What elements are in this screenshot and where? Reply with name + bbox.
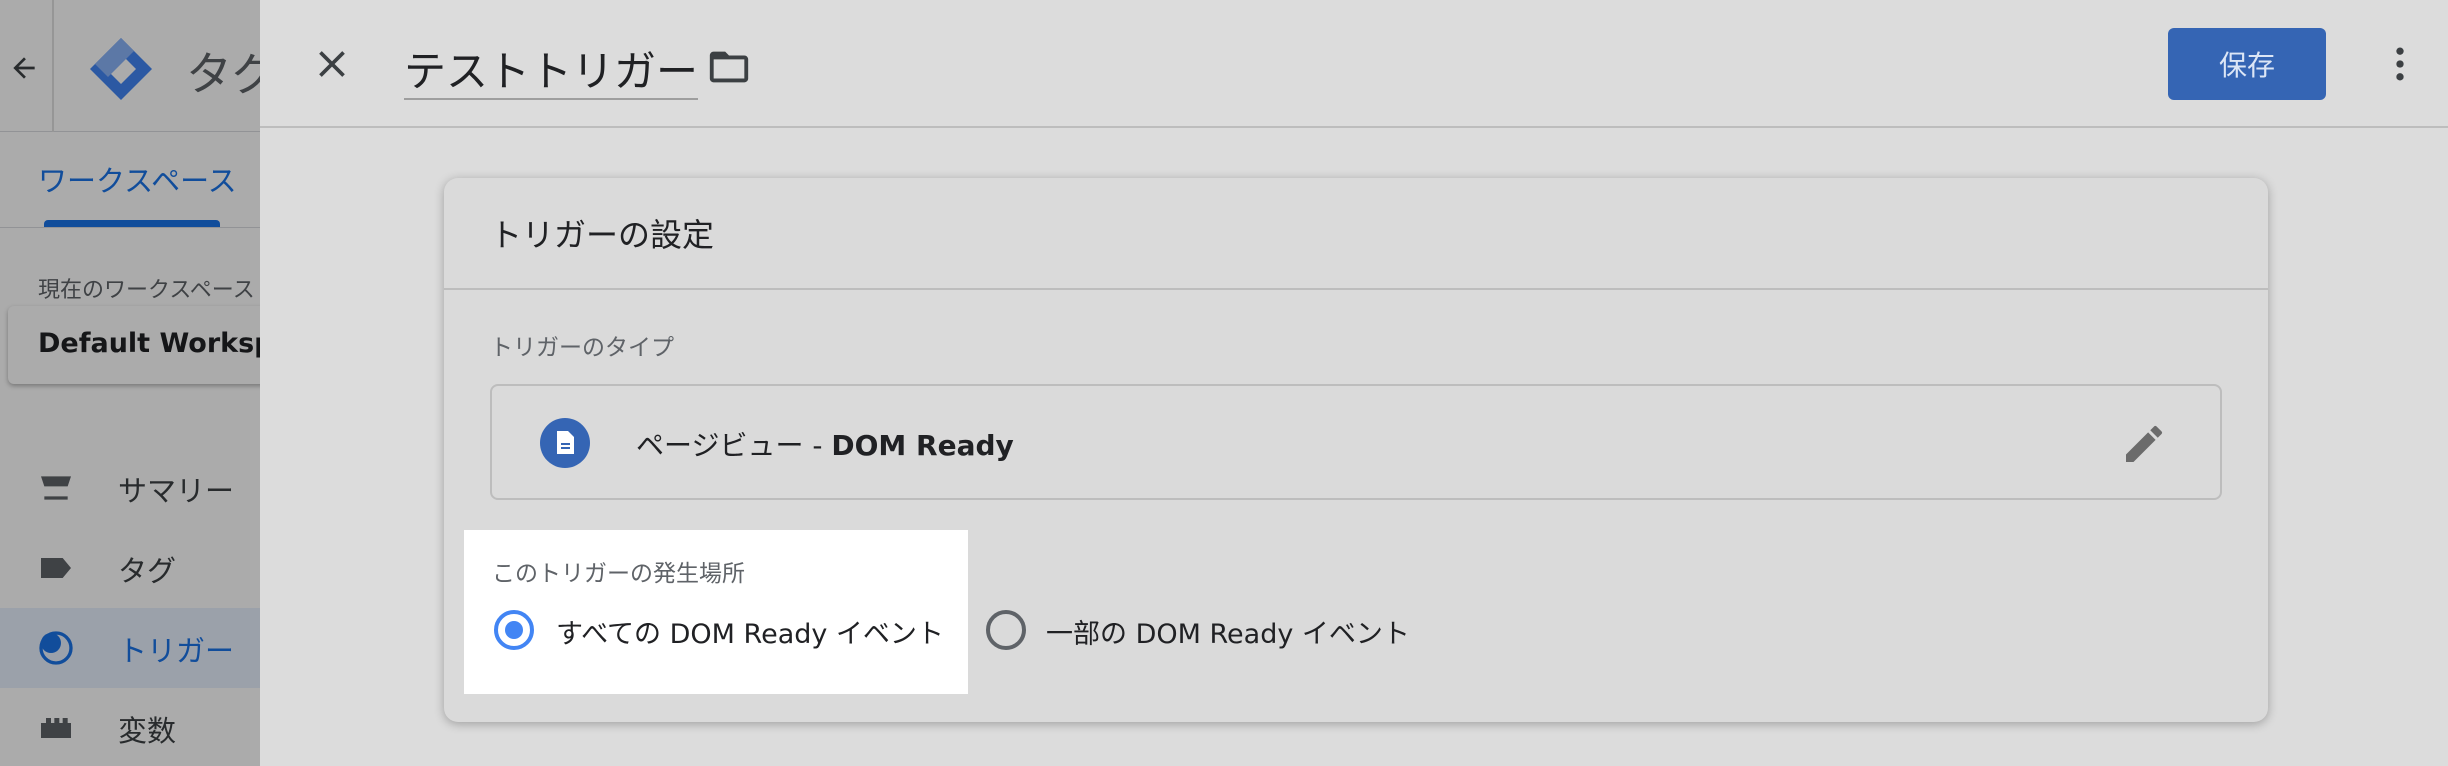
close-icon[interactable] — [310, 42, 354, 86]
folder-icon[interactable] — [706, 44, 752, 90]
trigger-name-field[interactable]: テストトリガー — [404, 38, 699, 100]
trigger-type-value: ページビュー - DOM Ready — [636, 424, 1014, 464]
trigger-configuration-card: トリガーの設定 トリガーのタイプ ページビュー - DOM Ready このトリ… — [444, 178, 2268, 722]
radio-some-dom-ready-events[interactable] — [986, 610, 1026, 650]
editor-header: テストトリガー 保存 — [260, 0, 2448, 128]
trigger-type-label: トリガーのタイプ — [490, 335, 674, 361]
trigger-type-prefix: ページビュー - — [636, 429, 832, 462]
card-title: トリガーの設定 — [490, 216, 715, 254]
more-vert-icon[interactable] — [2378, 42, 2422, 86]
document-icon — [540, 418, 590, 468]
edit-pencil-icon[interactable] — [2120, 420, 2168, 468]
radio-label-some-events[interactable]: 一部の DOM Ready イベント — [1046, 612, 1410, 651]
trigger-type-selector[interactable]: ページビュー - DOM Ready — [490, 384, 2222, 500]
save-button[interactable]: 保存 — [2168, 28, 2326, 100]
radio-label-all-events[interactable]: すべての DOM Ready イベント — [556, 612, 944, 651]
radio-all-dom-ready-events[interactable] — [494, 610, 534, 650]
trigger-type-name: DOM Ready — [831, 429, 1014, 462]
card-divider — [444, 288, 2268, 290]
trigger-editor-panel: テストトリガー 保存 トリガーの設定 トリガーのタイプ ページビュー - DOM… — [260, 0, 2448, 766]
fires-on-label: このトリガーの発生場所 — [492, 561, 745, 587]
